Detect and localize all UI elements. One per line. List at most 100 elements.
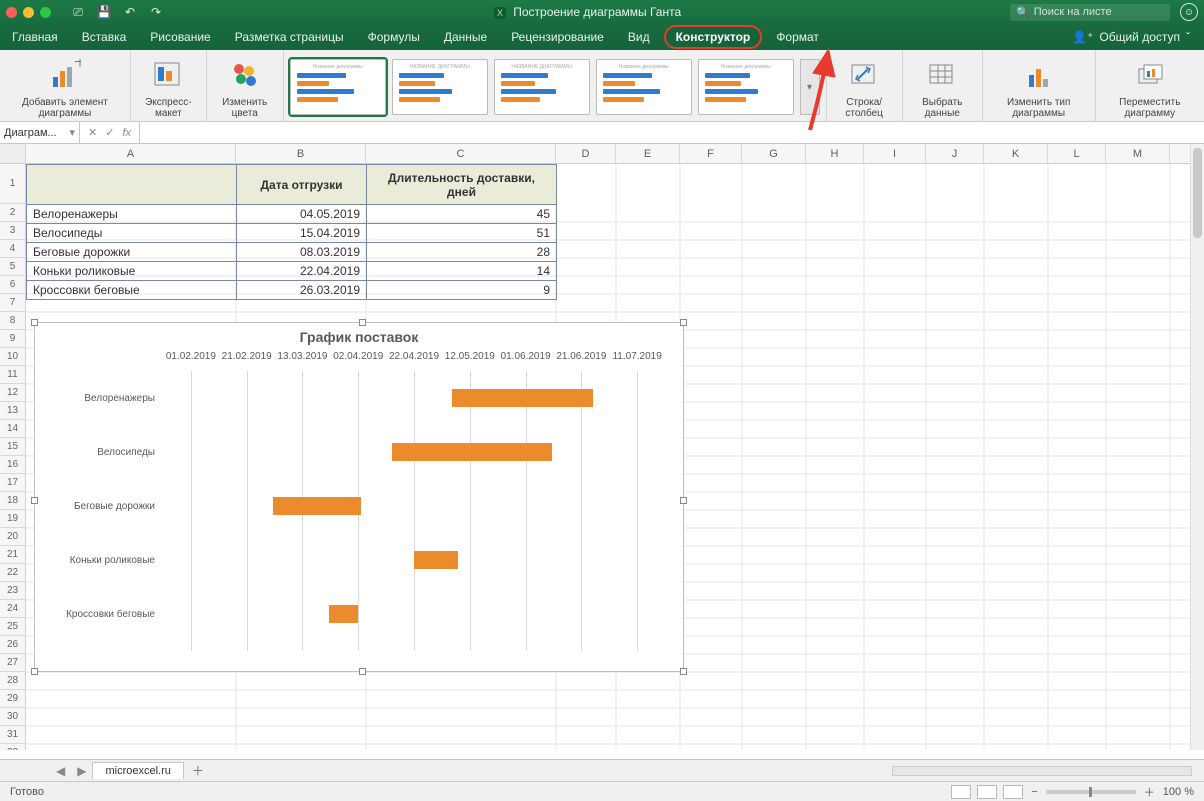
undo-icon[interactable]: ↶	[121, 3, 139, 21]
cell-name[interactable]: Беговые дорожки	[27, 243, 237, 262]
row-header[interactable]: 3	[0, 222, 26, 240]
chart-style-thumb[interactable]: Название диаграммы	[596, 59, 692, 115]
redo-icon[interactable]: ↷	[147, 3, 165, 21]
row-header[interactable]: 2	[0, 204, 26, 222]
cell-date[interactable]: 08.03.2019	[237, 243, 367, 262]
row-header[interactable]: 8	[0, 312, 26, 330]
column-header[interactable]: A	[26, 144, 236, 163]
sheet-tab[interactable]: microexcel.ru	[92, 762, 183, 779]
column-header[interactable]: G	[742, 144, 806, 163]
cell-name[interactable]: Кроссовки беговые	[27, 281, 237, 300]
row-header[interactable]: 32	[0, 744, 26, 750]
close-window-button[interactable]	[6, 7, 17, 18]
sheet-nav-prev[interactable]: ◀	[50, 764, 71, 778]
gantt-bar[interactable]	[392, 443, 552, 461]
column-header[interactable]: D	[556, 144, 616, 163]
gantt-bar[interactable]	[452, 389, 593, 407]
select-data-button[interactable]: Выбрать данные	[903, 50, 983, 121]
vertical-scrollbar[interactable]	[1190, 144, 1204, 750]
zoom-out-button[interactable]: −	[1031, 786, 1037, 798]
confirm-icon[interactable]: ✓	[105, 126, 114, 139]
view-normal-button[interactable]	[951, 785, 971, 799]
column-header[interactable]: I	[864, 144, 926, 163]
row-header[interactable]: 17	[0, 474, 26, 492]
row-header[interactable]: 9	[0, 330, 26, 348]
formula-input[interactable]	[140, 122, 1204, 143]
column-header[interactable]: F	[680, 144, 742, 163]
move-chart-button[interactable]: Переместить диаграмму	[1096, 50, 1204, 121]
cancel-icon[interactable]: ✕	[88, 126, 97, 139]
tab-formulas[interactable]: Формулы	[356, 24, 432, 50]
row-header[interactable]: 6	[0, 276, 26, 294]
search-input[interactable]: 🔍 Поиск на листе	[1010, 4, 1170, 21]
zoom-window-button[interactable]	[40, 7, 51, 18]
cell-name[interactable]: Велосипеды	[27, 224, 237, 243]
row-header[interactable]: 16	[0, 456, 26, 474]
fx-icon[interactable]: fx	[122, 127, 131, 139]
row-header[interactable]: 21	[0, 546, 26, 564]
column-header[interactable]: L	[1048, 144, 1106, 163]
column-header[interactable]: K	[984, 144, 1048, 163]
zoom-in-button[interactable]: ＋	[1144, 784, 1155, 800]
row-header[interactable]: 10	[0, 348, 26, 366]
chart-style-thumb[interactable]: Название диаграммы	[698, 59, 794, 115]
chart-style-thumb[interactable]: НАЗВАНИЕ ДИАГРАММЫ	[392, 59, 488, 115]
cell-date[interactable]: 26.03.2019	[237, 281, 367, 300]
row-header[interactable]: 1	[0, 164, 26, 204]
cell-days[interactable]: 9	[367, 281, 557, 300]
tab-chart-design[interactable]: Конструктор	[664, 25, 763, 49]
tab-insert[interactable]: Вставка	[70, 24, 139, 50]
view-page-break-button[interactable]	[1003, 785, 1023, 799]
cell-days[interactable]: 28	[367, 243, 557, 262]
tab-home[interactable]: Главная	[0, 24, 70, 50]
row-header[interactable]: 29	[0, 690, 26, 708]
tab-review[interactable]: Рецензирование	[499, 24, 616, 50]
cell-days[interactable]: 45	[367, 205, 557, 224]
column-header[interactable]: B	[236, 144, 366, 163]
row-header[interactable]: 26	[0, 636, 26, 654]
row-header[interactable]: 11	[0, 366, 26, 384]
change-colors-button[interactable]: Изменить цвета	[207, 50, 284, 121]
row-header[interactable]: 23	[0, 582, 26, 600]
row-header[interactable]: 4	[0, 240, 26, 258]
row-header[interactable]: 12	[0, 384, 26, 402]
gantt-bar[interactable]	[329, 605, 357, 623]
name-box[interactable]: Диаграм...▾	[0, 122, 80, 143]
tab-draw[interactable]: Рисование	[138, 24, 222, 50]
tab-format[interactable]: Формат	[764, 24, 831, 50]
row-header[interactable]: 31	[0, 726, 26, 744]
gantt-chart[interactable]: График поставок 01.02.201921.02.201913.0…	[34, 322, 684, 672]
tab-page-layout[interactable]: Разметка страницы	[223, 24, 356, 50]
row-header[interactable]: 13	[0, 402, 26, 420]
row-header[interactable]: 28	[0, 672, 26, 690]
column-header[interactable]: H	[806, 144, 864, 163]
row-header[interactable]: 5	[0, 258, 26, 276]
switch-row-column-button[interactable]: Строка/столбец	[827, 50, 903, 121]
sheet-nav-next[interactable]: ▶	[71, 764, 92, 778]
column-header[interactable]: C	[366, 144, 556, 163]
cell-name[interactable]: Велоренажеры	[27, 205, 237, 224]
view-page-layout-button[interactable]	[977, 785, 997, 799]
column-header[interactable]: J	[926, 144, 984, 163]
column-header[interactable]: E	[616, 144, 680, 163]
zoom-slider[interactable]	[1046, 790, 1136, 794]
row-header[interactable]: 19	[0, 510, 26, 528]
add-sheet-button[interactable]: ＋	[184, 760, 212, 781]
cell-date[interactable]: 15.04.2019	[237, 224, 367, 243]
autosave-icon[interactable]: ⎚	[69, 3, 87, 21]
row-header[interactable]: 18	[0, 492, 26, 510]
save-icon[interactable]: 💾	[95, 3, 113, 21]
gantt-bar[interactable]	[414, 551, 458, 569]
row-header[interactable]: 24	[0, 600, 26, 618]
gantt-bar[interactable]	[273, 497, 361, 515]
account-icon[interactable]: ☺	[1180, 3, 1198, 21]
cell-name[interactable]: Коньки роликовые	[27, 262, 237, 281]
chart-style-thumb[interactable]: Название диаграммы	[290, 59, 386, 115]
cell-days[interactable]: 51	[367, 224, 557, 243]
change-chart-type-button[interactable]: Изменить тип диаграммы	[983, 50, 1096, 121]
column-header[interactable]: M	[1106, 144, 1170, 163]
row-header[interactable]: 15	[0, 438, 26, 456]
row-header[interactable]: 14	[0, 420, 26, 438]
zoom-level[interactable]: 100 %	[1163, 786, 1194, 798]
row-header[interactable]: 25	[0, 618, 26, 636]
